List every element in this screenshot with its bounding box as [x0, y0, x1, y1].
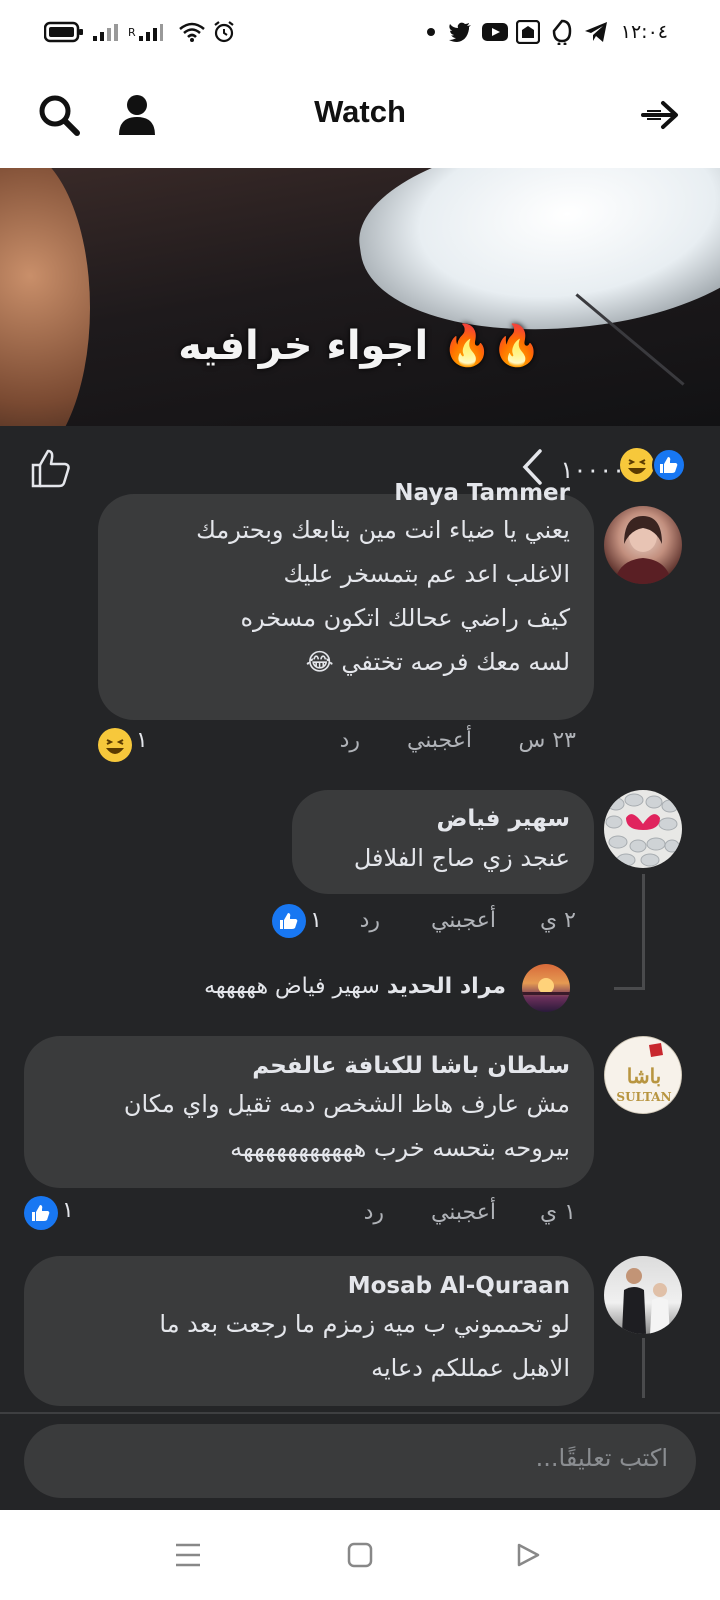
like-reaction-icon: [652, 448, 686, 482]
avatar[interactable]: [604, 1256, 682, 1334]
comment-text-line: الاغلب اعد عم بتمسخر عليك: [283, 560, 571, 588]
reaction-count: ١: [62, 1198, 82, 1232]
reaction-count: ١: [62, 1198, 74, 1223]
comment-input[interactable]: اكتب تعليقًا...: [24, 1424, 696, 1498]
comment-text-line: لو تحمموني ب ميه زمزم ما رجعت بعد ما: [159, 1310, 570, 1338]
comment-text-line: لسه معك فرصه تختفي 😂: [122, 640, 570, 684]
app-notification-icon: [550, 14, 576, 50]
thread-line: [614, 987, 645, 990]
comment-input-placeholder: اكتب تعليقًا...: [535, 1444, 668, 1472]
signal-roaming-icon: R: [128, 14, 168, 50]
comments-panel: ١٠٠٠٠ Naya Tammer يعني يا ضياء انت مين ب…: [0, 426, 720, 1510]
app-notification-icon: [516, 14, 542, 50]
home-icon[interactable]: [340, 1535, 380, 1575]
wifi-icon: [178, 14, 208, 50]
reply-author[interactable]: مراد الحديد: [387, 974, 506, 999]
thread-line: [642, 1338, 645, 1398]
comment-author[interactable]: سهير فياض: [316, 802, 570, 836]
forward-arrow-icon[interactable]: [636, 90, 686, 140]
svg-text:SULTAN: SULTAN: [616, 1090, 671, 1104]
comment-text-line: لسه معك فرصه تختفي: [341, 648, 570, 676]
like-link[interactable]: أعجبني: [407, 728, 472, 753]
comment-actions: ٢٣ س أعجبني رد ١: [96, 728, 576, 762]
reply-link[interactable]: رد: [364, 1200, 384, 1225]
avatar[interactable]: [522, 964, 570, 1012]
youtube-icon: [482, 14, 510, 50]
battery-icon: [44, 14, 84, 50]
comment-bubble[interactable]: Mosab Al-Quraan لو تحمموني ب ميه زمزم ما…: [24, 1256, 594, 1406]
signal-icon: [92, 14, 122, 50]
telegram-icon: [584, 14, 610, 50]
video-frame-skin: [0, 168, 90, 426]
back-icon[interactable]: [508, 1535, 548, 1575]
comment-text-line: يعني يا ضياء انت مين بتابعك وبحترمك: [196, 516, 570, 544]
comment-text-line: الاهبل عمللكم دعايه: [371, 1354, 570, 1382]
video-player[interactable]: 🔥🔥 اجواء خرافيه: [0, 168, 720, 426]
comment-actions: ٢ ي أعجبني رد ١: [96, 908, 576, 942]
alarm-icon: [212, 14, 240, 50]
comment-time: ٢ ي: [539, 908, 576, 933]
comment-text-line: كيف راضي عحالك اتكون مسخره: [240, 604, 570, 632]
twitter-icon: [448, 14, 474, 50]
thread-line: [642, 874, 645, 990]
video-caption: 🔥🔥 اجواء خرافيه: [0, 322, 720, 369]
haha-reaction-icon: [620, 448, 654, 482]
comment-bubble[interactable]: Naya Tammer يعني يا ضياء انت مين بتابعك …: [98, 480, 594, 720]
like-reaction-icon: [272, 904, 306, 938]
status-bar: R ١٢:٠٤: [0, 0, 720, 64]
clock: ١٢:٠٤: [620, 21, 668, 43]
laughing-emoji-icon: 😂: [305, 648, 334, 676]
comment-text-line: عنجد زي صاج الفلافل: [353, 844, 570, 872]
comment-text-line: بيروحه بتحسه خرب هههههههههههه: [230, 1134, 570, 1162]
app-header: Watch: [0, 64, 720, 168]
reply-link[interactable]: رد: [340, 728, 360, 753]
fire-icon: 🔥🔥: [442, 323, 542, 369]
system-nav-bar: [0, 1510, 720, 1600]
haha-reaction-icon: [98, 728, 132, 762]
reaction-count: ١: [136, 728, 148, 753]
like-button-icon[interactable]: [30, 448, 72, 492]
reaction-count: ١: [310, 908, 322, 933]
video-caption-text: اجواء خرافيه: [178, 323, 429, 369]
notification-dot-icon: [426, 14, 438, 50]
svg-text:باشا: باشا: [627, 1064, 662, 1088]
comment-text-line: مش عارف هاظ الشخص دمه ثقيل واي مكان: [123, 1090, 570, 1118]
reply-link[interactable]: رد: [360, 908, 380, 933]
like-reaction-icon: [24, 1196, 58, 1230]
reply-text: سهير فياض هههههه: [204, 974, 380, 999]
avatar[interactable]: [604, 790, 682, 868]
comment-time: ٢٣ س: [518, 728, 577, 753]
reply-preview[interactable]: مراد الحديد سهير فياض هههههه: [204, 974, 506, 999]
comment-author[interactable]: Naya Tammer: [122, 480, 570, 508]
comment-bubble[interactable]: سلطان باشا للكنافة عالفحم مش عارف هاظ ال…: [24, 1036, 594, 1188]
like-link[interactable]: أعجبني: [431, 1200, 496, 1225]
avatar[interactable]: [604, 506, 682, 584]
avatar[interactable]: باشا SULTAN: [604, 1036, 682, 1114]
comment-author[interactable]: سلطان باشا للكنافة عالفحم: [48, 1050, 570, 1082]
page-title: Watch: [314, 94, 406, 129]
comment-author[interactable]: Mosab Al-Quraan: [48, 1270, 570, 1302]
comment-time: ١ ي: [539, 1200, 576, 1225]
comment-bubble[interactable]: سهير فياض عنجد زي صاج الفلافل: [292, 790, 594, 894]
comment-actions: ١ ي أعجبني رد: [96, 1200, 576, 1234]
like-link[interactable]: أعجبني: [431, 908, 496, 933]
menu-icon[interactable]: [168, 1535, 208, 1575]
reaction-count[interactable]: ١٠٠٠٠: [561, 456, 625, 484]
